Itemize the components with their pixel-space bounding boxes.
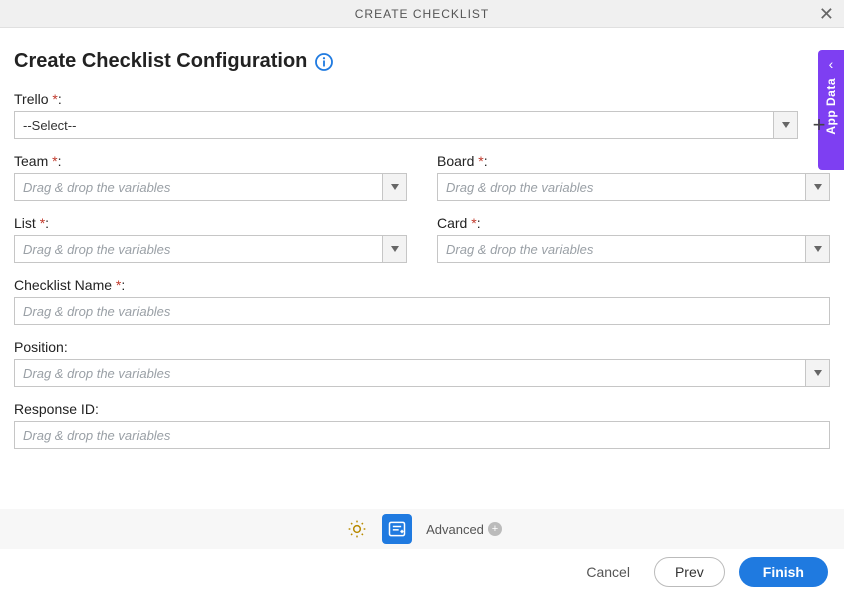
checklist-name-label: Checklist Name *: — [14, 277, 830, 293]
response-id-label: Response ID: — [14, 401, 830, 417]
close-icon[interactable]: ✕ — [819, 5, 834, 23]
trello-label: Trello *: — [14, 91, 830, 107]
position-dropdown-button[interactable] — [806, 359, 830, 387]
response-id-input[interactable] — [14, 421, 830, 449]
trello-field-group: Trello *: + — [14, 91, 830, 139]
team-field-group: Team *: — [14, 153, 407, 201]
trello-select[interactable] — [14, 111, 798, 139]
card-text-input[interactable] — [437, 235, 806, 263]
position-label: Position: — [14, 339, 830, 355]
card-label: Card *: — [437, 215, 830, 231]
cancel-button[interactable]: Cancel — [576, 558, 640, 586]
list-label: List *: — [14, 215, 407, 231]
form-body: Create Checklist Configuration Trello *:… — [0, 28, 844, 509]
finish-button[interactable]: Finish — [739, 557, 828, 587]
advanced-label: Advanced — [426, 522, 484, 537]
footer-actions: Cancel Prev Finish — [0, 549, 844, 594]
position-input[interactable] — [14, 359, 830, 387]
board-input[interactable] — [437, 173, 830, 201]
card-field-group: Card *: — [437, 215, 830, 263]
position-field-group: Position: — [14, 339, 830, 387]
team-input[interactable] — [14, 173, 407, 201]
settings-gear-icon[interactable] — [342, 514, 372, 544]
trello-dropdown-button[interactable] — [774, 111, 798, 139]
list-field-group: List *: — [14, 215, 407, 263]
response-id-field-group: Response ID: — [14, 401, 830, 449]
team-label: Team *: — [14, 153, 407, 169]
list-dropdown-button[interactable] — [383, 235, 407, 263]
page-title: Create Checklist Configuration — [14, 50, 307, 73]
add-connection-icon[interactable]: + — [808, 114, 830, 136]
trello-select-input[interactable] — [14, 111, 774, 139]
prev-button[interactable]: Prev — [654, 557, 725, 587]
dialog-title: CREATE CHECKLIST — [355, 7, 489, 21]
checklist-name-input[interactable] — [14, 297, 830, 325]
card-dropdown-button[interactable] — [806, 235, 830, 263]
position-text-input[interactable] — [14, 359, 806, 387]
bottom-toolbar: Advanced + — [0, 509, 844, 549]
form-view-icon[interactable] — [382, 514, 412, 544]
team-dropdown-button[interactable] — [383, 173, 407, 201]
list-input[interactable] — [14, 235, 407, 263]
plus-circle-icon: + — [488, 522, 502, 536]
board-field-group: Board *: — [437, 153, 830, 201]
checklist-name-field-group: Checklist Name *: — [14, 277, 830, 325]
advanced-toggle[interactable]: Advanced + — [426, 522, 502, 537]
board-dropdown-button[interactable] — [806, 173, 830, 201]
list-text-input[interactable] — [14, 235, 383, 263]
board-text-input[interactable] — [437, 173, 806, 201]
card-input[interactable] — [437, 235, 830, 263]
page-title-row: Create Checklist Configuration — [14, 50, 830, 73]
team-text-input[interactable] — [14, 173, 383, 201]
board-label: Board *: — [437, 153, 830, 169]
info-icon[interactable] — [315, 53, 333, 71]
dialog-header: CREATE CHECKLIST ✕ — [0, 0, 844, 28]
